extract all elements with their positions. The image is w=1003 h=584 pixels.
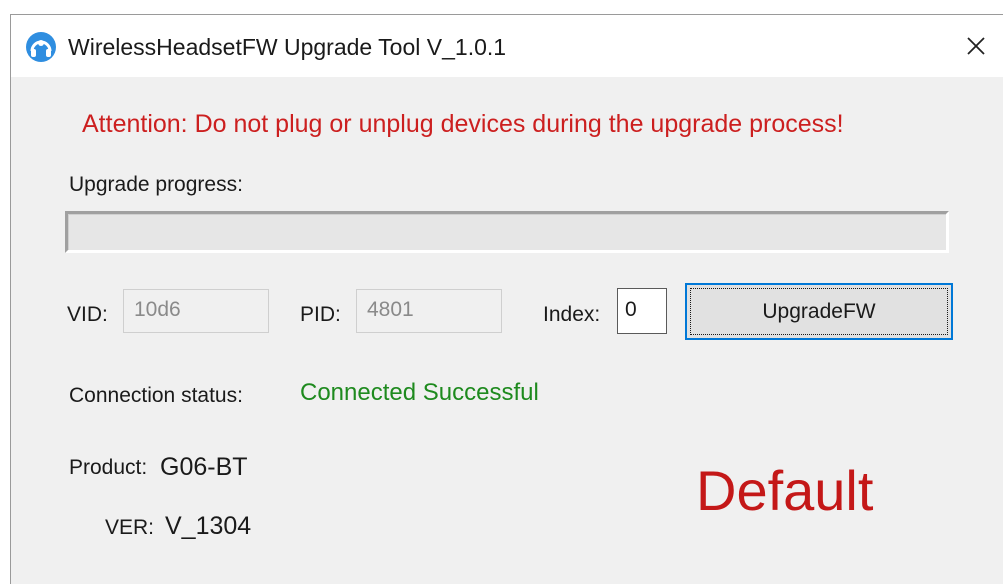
title-bar[interactable]: WirelessHeadsetFW Upgrade Tool V_1.0.1 (11, 15, 1003, 77)
index-input[interactable]: 0 (617, 288, 667, 334)
progress-track (68, 214, 946, 250)
vid-label: VID: (67, 303, 108, 326)
progress-label: Upgrade progress: (69, 173, 243, 196)
pid-label: PID: (300, 303, 341, 326)
connection-status-value: Connected Successful (300, 379, 539, 406)
upgrade-tool-window: WirelessHeadsetFW Upgrade Tool V_1.0.1 A… (10, 14, 1003, 584)
version-label: VER: (105, 516, 155, 539)
connection-status-label: Connection status: (69, 384, 243, 407)
attention-warning: Attention: Do not plug or unplug devices… (82, 110, 844, 138)
window-title: WirelessHeadsetFW Upgrade Tool V_1.0.1 (68, 34, 507, 60)
upgrade-progress-bar (65, 211, 949, 253)
product-value: G06-BT (160, 453, 248, 481)
upgrade-fw-button[interactable]: UpgradeFW (685, 283, 953, 340)
product-label: Product: (69, 456, 148, 479)
close-icon[interactable] (959, 29, 993, 63)
version-value: V_1304 (165, 512, 252, 540)
pid-field: 4801 (356, 289, 502, 333)
index-label: Index: (543, 303, 601, 326)
status-display-text: Default (696, 459, 874, 522)
vid-field: 10d6 (123, 289, 269, 333)
headset-app-icon (26, 32, 56, 62)
upgrade-fw-button-label: UpgradeFW (762, 300, 876, 323)
